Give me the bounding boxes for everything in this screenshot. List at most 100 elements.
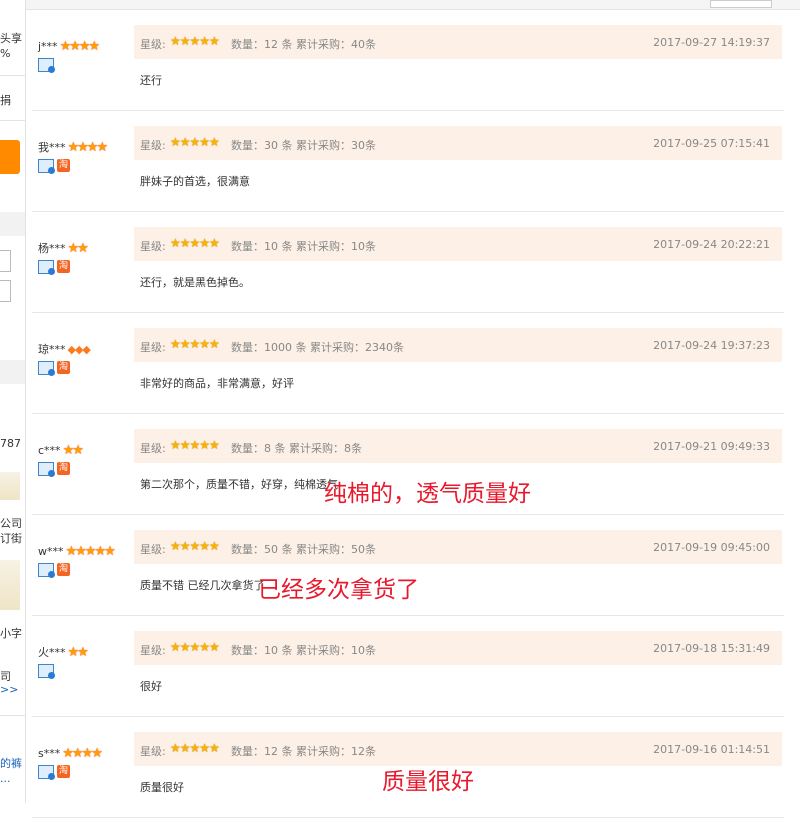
sidebar-product-image[interactable] bbox=[0, 560, 20, 610]
top-filter-strip bbox=[26, 0, 800, 10]
handwritten-annotation: 质量很好 bbox=[382, 769, 474, 795]
sidebar-fragment[interactable]: 订街 bbox=[0, 530, 22, 546]
reputation-badge-icon: ★★ bbox=[67, 644, 89, 660]
review-item: 杨*** ★★ 淘 星级: ★★★★★ 数量：10 条 累计采购：10条 201… bbox=[32, 212, 784, 313]
reviewer-name[interactable]: j*** bbox=[38, 40, 58, 53]
reviewer: s*** ★★★★ 淘 bbox=[38, 745, 138, 780]
reviewer-name[interactable]: 火*** bbox=[38, 644, 66, 660]
taobao-icon: 淘 bbox=[57, 361, 70, 374]
review-meta-bar: 星级: ★★★★★ 数量：30 条 累计采购：30条 2017-09-25 07… bbox=[134, 126, 782, 160]
rating-stars-icon: ★★★★★ bbox=[170, 741, 220, 755]
reputation-badge-icon: ★★ bbox=[67, 240, 89, 256]
review-content: 还行 bbox=[140, 74, 162, 87]
review-item: w*** ★★★★★ 淘 星级: ★★★★★ 数量：50 条 累计采购：50条 … bbox=[32, 515, 784, 616]
sidebar-fragment: 787 bbox=[0, 437, 21, 450]
reviewer: 火*** ★★ bbox=[38, 644, 138, 679]
review-item: 火*** ★★ 星级: ★★★★★ 数量：10 条 累计采购：10条 2017-… bbox=[32, 616, 784, 717]
rating-stars-icon: ★★★★★ bbox=[170, 337, 220, 351]
taobao-icon: 淘 bbox=[57, 765, 70, 778]
reputation-badge-icon: ★★★★★ bbox=[65, 543, 116, 559]
review-date: 2017-09-25 07:15:41 bbox=[653, 137, 770, 150]
review-content: 还行，就是黑色掉色。 bbox=[140, 276, 250, 289]
review-meta-bar: 星级: ★★★★★ 数量：10 条 累计采购：10条 2017-09-18 15… bbox=[134, 631, 782, 665]
rating-label: 星级: bbox=[140, 139, 166, 152]
review-item: 我*** ★★★★ 淘 星级: ★★★★★ 数量：30 条 累计采购：30条 2… bbox=[32, 111, 784, 212]
sidebar-more-link[interactable]: >> bbox=[0, 683, 18, 696]
sort-select[interactable] bbox=[710, 0, 772, 8]
sidebar-section-header bbox=[0, 360, 25, 384]
review-content: 很好 bbox=[140, 680, 162, 693]
sidebar-link[interactable]: 的裤 bbox=[0, 755, 22, 771]
id-verified-icon bbox=[38, 462, 55, 477]
review-date: 2017-09-27 14:19:37 bbox=[653, 36, 770, 49]
rating-stars-icon: ★★★★★ bbox=[170, 539, 220, 553]
sidebar-fragment[interactable]: 小字 bbox=[0, 625, 22, 641]
review-content: 质量不错 已经几次拿货了 bbox=[140, 579, 265, 592]
rating-label: 星级: bbox=[140, 240, 166, 253]
quantity-text: 数量：30 条 累计采购：30条 bbox=[231, 139, 376, 152]
sidebar-fragment[interactable]: 公司 bbox=[0, 515, 22, 531]
reputation-badge-icon: ★★★★ bbox=[62, 745, 103, 761]
handwritten-annotation: 纯棉的，透气质量好 bbox=[324, 481, 531, 507]
id-verified-icon bbox=[38, 260, 55, 275]
quantity-text: 数量：12 条 累计采购：40条 bbox=[231, 38, 376, 51]
reviewer-name[interactable]: 杨*** bbox=[38, 240, 66, 256]
rating-label: 星级: bbox=[140, 543, 166, 556]
reviewer-name[interactable]: 我*** bbox=[38, 139, 66, 155]
review-content: 胖妹子的首选，很满意 bbox=[140, 175, 250, 188]
taobao-icon: 淘 bbox=[57, 159, 70, 172]
rating-label: 星级: bbox=[140, 745, 166, 758]
rating-label: 星级: bbox=[140, 644, 166, 657]
review-date: 2017-09-24 20:22:21 bbox=[653, 238, 770, 251]
quantity-text: 数量：12 条 累计采购：12条 bbox=[231, 745, 376, 758]
rating-label: 星级: bbox=[140, 341, 166, 354]
sidebar-product-image[interactable] bbox=[0, 472, 20, 500]
id-verified-icon bbox=[38, 361, 55, 376]
taobao-icon: 淘 bbox=[57, 260, 70, 273]
quantity-text: 数量：8 条 累计采购：8条 bbox=[231, 442, 362, 455]
quantity-text: 数量：1000 条 累计采购：2340条 bbox=[231, 341, 404, 354]
review-meta-bar: 星级: ★★★★★ 数量：12 条 累计采购：40条 2017-09-27 14… bbox=[134, 25, 782, 59]
sidebar-input[interactable] bbox=[0, 280, 11, 302]
reviewer: c*** ★★ 淘 bbox=[38, 442, 138, 477]
rating-stars-icon: ★★★★★ bbox=[170, 438, 220, 452]
id-verified-icon bbox=[38, 765, 55, 780]
rating-label: 星级: bbox=[140, 38, 166, 51]
reputation-badge-icon: ★★★★ bbox=[59, 38, 101, 54]
id-verified-icon bbox=[38, 58, 55, 73]
reviewer: 琼*** ◆◆◆ 淘 bbox=[38, 341, 138, 376]
id-verified-icon bbox=[38, 563, 55, 578]
reviewer-name[interactable]: 琼*** bbox=[38, 341, 66, 357]
sidebar-input[interactable] bbox=[0, 250, 11, 272]
reviewer-name[interactable]: s*** bbox=[38, 747, 60, 760]
sidebar-fragment[interactable]: 司 bbox=[0, 668, 11, 684]
left-sidebar: 头享 % 捐 787 公司 订街 小字 司 >> 的裤 ... bbox=[0, 0, 26, 803]
sidebar-orange-button[interactable] bbox=[0, 140, 20, 174]
sidebar-fragment: % bbox=[0, 47, 11, 60]
quantity-text: 数量：50 条 累计采购：50条 bbox=[231, 543, 376, 556]
rating-stars-icon: ★★★★★ bbox=[170, 640, 220, 654]
rating-stars-icon: ★★★★★ bbox=[170, 34, 220, 48]
reviewer: 我*** ★★★★ 淘 bbox=[38, 139, 138, 174]
sidebar-section-header bbox=[0, 212, 25, 236]
taobao-icon: 淘 bbox=[57, 563, 70, 576]
rating-stars-icon: ★★★★★ bbox=[170, 236, 220, 250]
review-date: 2017-09-18 15:31:49 bbox=[653, 642, 770, 655]
review-meta-bar: 星级: ★★★★★ 数量：8 条 累计采购：8条 2017-09-21 09:4… bbox=[134, 429, 782, 463]
review-date: 2017-09-21 09:49:33 bbox=[653, 440, 770, 453]
reputation-badge-icon: ★★★★ bbox=[67, 139, 109, 155]
id-verified-icon bbox=[38, 159, 55, 174]
review-meta-bar: 星级: ★★★★★ 数量：50 条 累计采购：50条 2017-09-19 09… bbox=[134, 530, 782, 564]
review-meta-bar: 星级: ★★★★★ 数量：1000 条 累计采购：2340条 2017-09-2… bbox=[134, 328, 782, 362]
reputation-badge-icon: ★★ bbox=[62, 442, 84, 458]
reviewer-name[interactable]: w*** bbox=[38, 545, 64, 558]
reviewer-name[interactable]: c*** bbox=[38, 444, 61, 457]
rating-label: 星级: bbox=[140, 442, 166, 455]
review-content: 第二次那个，质量不错，好穿，纯棉透气 bbox=[140, 478, 338, 491]
quantity-text: 数量：10 条 累计采购：10条 bbox=[231, 644, 376, 657]
review-meta-bar: 星级: ★★★★★ 数量：10 条 累计采购：10条 2017-09-24 20… bbox=[134, 227, 782, 261]
review-item: c*** ★★ 淘 星级: ★★★★★ 数量：8 条 累计采购：8条 2017-… bbox=[32, 414, 784, 515]
review-date: 2017-09-16 01:14:51 bbox=[653, 743, 770, 756]
sidebar-link[interactable]: ... bbox=[0, 772, 11, 785]
id-verified-icon bbox=[38, 664, 55, 679]
